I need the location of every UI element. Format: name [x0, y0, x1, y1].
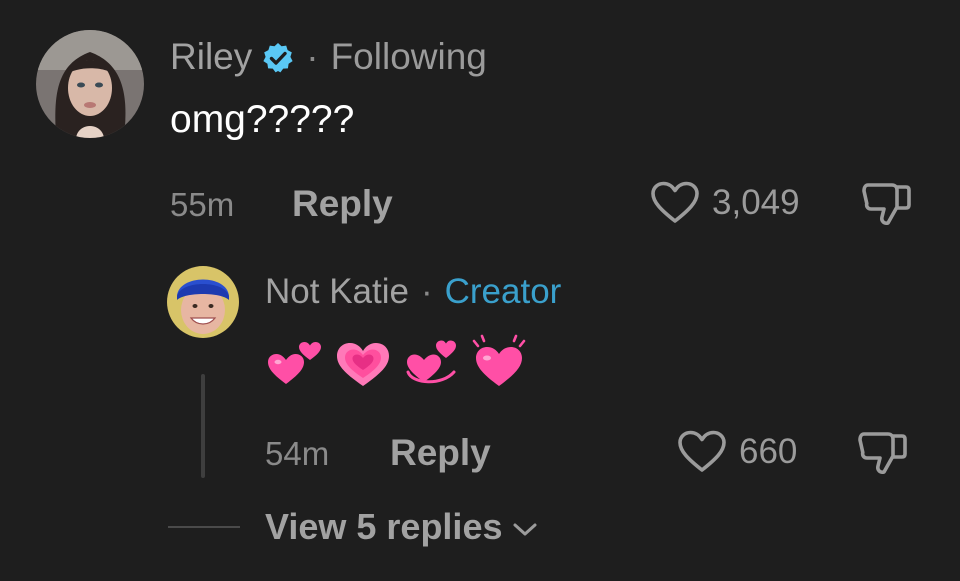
- reply-button[interactable]: Reply: [292, 183, 393, 225]
- chevron-down-icon: [502, 506, 538, 548]
- heart-icon: [677, 430, 727, 474]
- reply-dislike-button[interactable]: [858, 430, 908, 476]
- avatar-riley[interactable]: [36, 30, 144, 138]
- like-count: 3,049: [712, 183, 800, 222]
- following-label: Following: [330, 36, 487, 77]
- growing-heart-icon: [334, 332, 392, 390]
- header-separator: ·: [420, 272, 433, 311]
- reply-timestamp: 54m: [265, 435, 330, 472]
- reply-emoji-text: [266, 332, 528, 390]
- reply-header: Not Katie · Creator: [265, 270, 561, 314]
- comment-text: omg?????: [170, 98, 355, 141]
- comment-header: Riley · Following: [170, 34, 487, 80]
- beating-heart-icon: [470, 332, 528, 390]
- verified-badge-icon: [262, 41, 294, 73]
- view-replies-label: View 5 replies: [265, 506, 503, 547]
- revolving-hearts-icon: [402, 332, 460, 390]
- thumbs-down-icon: [858, 430, 908, 476]
- comment-author[interactable]: Riley: [170, 36, 252, 78]
- reply-like-button[interactable]: 660: [677, 429, 797, 475]
- reply-author[interactable]: Not Katie: [265, 272, 409, 312]
- thumbs-down-icon: [862, 181, 912, 227]
- view-replies-divider: [168, 526, 240, 528]
- reply-to-reply-button[interactable]: Reply: [390, 432, 491, 474]
- avatar-not-katie[interactable]: [167, 266, 239, 338]
- thread-line: [201, 374, 205, 478]
- heart-icon: [650, 181, 700, 225]
- reply-like-count: 660: [739, 432, 798, 471]
- view-replies-button[interactable]: View 5 replies: [265, 506, 538, 548]
- like-button[interactable]: 3,049: [650, 180, 800, 226]
- comment-timestamp: 55m: [170, 186, 235, 223]
- dislike-button[interactable]: [862, 181, 912, 227]
- two-hearts-icon: [266, 332, 324, 390]
- creator-tag: Creator: [444, 272, 562, 311]
- header-separator: ·: [306, 36, 319, 77]
